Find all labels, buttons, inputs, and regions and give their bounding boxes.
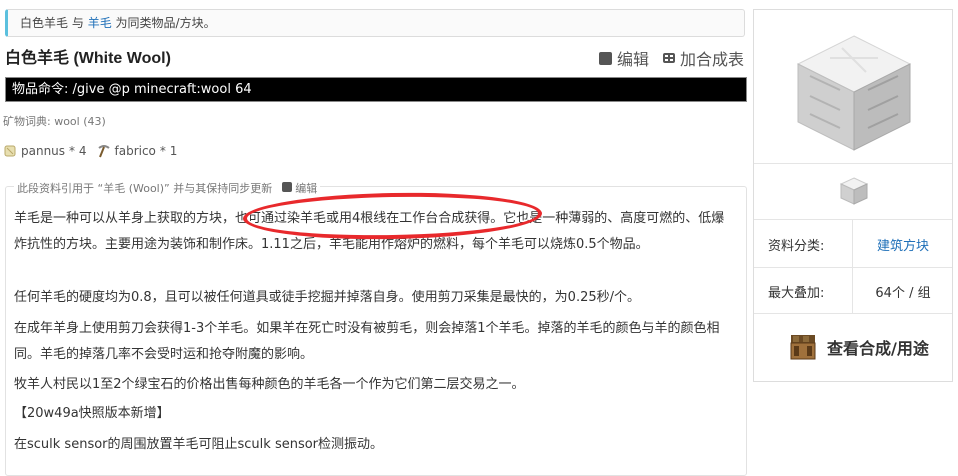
ore-dictionary: 矿物词典: wool (43) (3, 115, 106, 128)
page-actions: 编辑 加合成表 (598, 46, 744, 70)
wool-block-image (796, 35, 912, 151)
contributor-name: pannus (21, 144, 66, 158)
command-label: 物品命令: (12, 82, 69, 97)
notice-bar: 白色羊毛 与 羊毛 为同类物品/方块。 (5, 9, 745, 37)
pickaxe-icon (97, 145, 110, 158)
category-value-link[interactable]: 建筑方块 (854, 235, 952, 254)
notice-item2-link[interactable]: 羊毛 (88, 16, 112, 30)
edit-label: 编辑 (616, 50, 649, 69)
row-divider (852, 268, 853, 314)
paragraph-trade: 牧羊人村民以1至2个绿宝石的价格出售每种颜色的羊毛各一个作为它们第二层交易之一。 (14, 377, 525, 392)
category-row: 资料分类: 建筑方块 (754, 219, 952, 268)
add-recipe-button[interactable]: 加合成表 (662, 46, 744, 70)
edit-icon (281, 182, 292, 192)
edit-button[interactable]: 编辑 (598, 46, 649, 70)
stack-row: 最大叠加: 64个 / 组 (754, 267, 952, 314)
command-value: /give @p minecraft:wool 64 (72, 82, 252, 97)
wool-roll-icon (4, 145, 16, 157)
notice-joiner: 与 (71, 16, 84, 30)
paragraph-sculk: 在sculk sensor的周围放置羊毛可阻止sculk sensor检测振动。 (14, 437, 384, 452)
crafting-table-icon (790, 335, 816, 360)
wool-item-icon (839, 177, 869, 205)
table-icon (662, 53, 675, 63)
sidebar-infobox: 资料分类: 建筑方块 最大叠加: 64个 / 组 (753, 9, 953, 382)
contributor-pannus[interactable]: pannus * 4 (3, 144, 87, 158)
section-edit-link[interactable]: 编辑 (281, 182, 318, 195)
edit-icon (598, 51, 612, 65)
paragraph-drops: 在成年羊身上使用剪刀会获得1-3个羊毛。如果羊在死亡时没有被剪毛，则会掉落1个羊… (14, 321, 720, 362)
contributors: pannus * 4 fabrico * 1 (3, 144, 177, 158)
view-recipe-button[interactable]: 查看合成/用途 (789, 333, 929, 361)
view-recipe-label: 查看合成/用途 (827, 339, 929, 358)
small-icon-row (754, 163, 952, 220)
recipe-divider (754, 313, 952, 314)
notice-item1: 白色羊毛 (20, 16, 69, 30)
stack-label: 最大叠加: (768, 286, 825, 301)
contributor-fabrico[interactable]: fabrico * 1 (97, 144, 178, 158)
stack-value: 64个 / 组 (875, 286, 931, 301)
paragraph-snapshot-header: 【20w49a快照版本新增】 (14, 406, 170, 421)
item-command-box[interactable]: 物品命令: /give @p minecraft:wool 64 (5, 77, 747, 102)
page-title: 白色羊毛 (White Wool) (5, 50, 171, 67)
section-edit-label: 编辑 (295, 182, 318, 195)
section-caption-text: 此段资料引用于 “羊毛 (Wool)” 并与其保持同步更新 (17, 182, 273, 195)
category-label: 资料分类: (768, 239, 825, 254)
contributor-count: * 4 (69, 144, 87, 158)
contributor-name: fabrico (114, 144, 156, 158)
section-source-caption: 此段资料引用于 “羊毛 (Wool)” 并与其保持同步更新 编辑 (14, 180, 321, 196)
row-divider (852, 220, 853, 268)
add-recipe-label: 加合成表 (679, 50, 744, 69)
paragraph-hardness: 任何羊毛的硬度均为0.8，且可以被任何道具或徒手挖掘并掉落自身。使用剪刀采集是最… (14, 290, 641, 305)
notice-suffix: 为同类物品/方块。 (115, 16, 216, 30)
contributor-count: * 1 (159, 144, 178, 158)
